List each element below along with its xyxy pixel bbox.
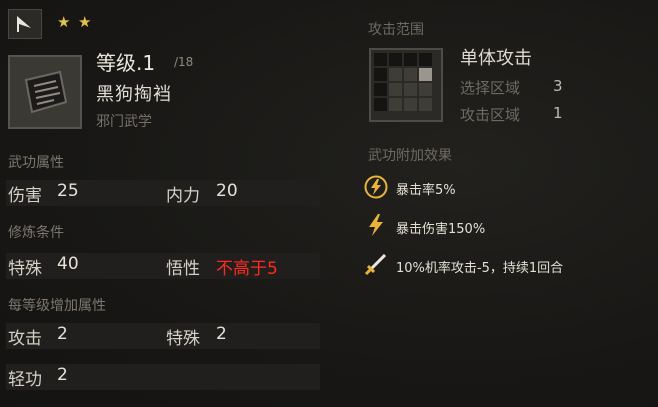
comprehension-label: 悟性 bbox=[166, 259, 200, 279]
attack-area-value: 1 bbox=[553, 104, 563, 122]
star-icon: ★ bbox=[57, 13, 71, 31]
effect-crit-damage: 暴击伤害150% bbox=[396, 222, 486, 237]
special-value: 40 bbox=[57, 254, 79, 274]
per-level-title: 每等级增加属性 bbox=[8, 298, 106, 314]
lightning-circle-icon bbox=[363, 174, 389, 200]
skill-book-icon[interactable] bbox=[8, 55, 82, 129]
effect-attack-debuff: 10%机率攻击-5，持续1回合 bbox=[396, 261, 564, 276]
internal-power-value: 20 bbox=[216, 181, 238, 201]
attack-target-type: 单体攻击 bbox=[460, 48, 532, 69]
special-bonus-value: 2 bbox=[216, 324, 227, 344]
agility-label: 轻功 bbox=[8, 370, 42, 390]
special-bonus-label: 特殊 bbox=[166, 329, 200, 349]
skill-school: 邪门武学 bbox=[96, 114, 152, 130]
star-icon: ★ bbox=[78, 13, 92, 31]
attack-range-title: 攻击范围 bbox=[368, 22, 424, 38]
skill-type-icon[interactable] bbox=[8, 9, 42, 39]
skill-detail-panel: ★ ★ 等级.1 /18 黑狗掏裆 邪门武学 武功属性 伤害 25 内力 20 … bbox=[0, 0, 658, 407]
per-level-row bbox=[6, 364, 320, 390]
select-area-label: 选择区域 bbox=[460, 79, 521, 97]
flag-icon bbox=[17, 16, 31, 32]
attack-value: 2 bbox=[57, 324, 68, 344]
attack-area-label: 攻击区域 bbox=[460, 106, 521, 124]
attributes-row bbox=[6, 180, 320, 206]
per-level-row bbox=[6, 323, 320, 349]
sword-icon bbox=[363, 251, 389, 277]
attack-label: 攻击 bbox=[8, 329, 42, 349]
skill-level: 等级.1 bbox=[96, 51, 156, 75]
attack-range-grid bbox=[369, 48, 443, 122]
skill-name: 黑狗掏裆 bbox=[96, 84, 172, 105]
damage-label: 伤害 bbox=[8, 186, 42, 206]
attributes-title: 武功属性 bbox=[8, 155, 64, 171]
select-area-value: 3 bbox=[553, 77, 563, 95]
comprehension-value: 不高于5 bbox=[216, 259, 278, 279]
effects-title: 武功附加效果 bbox=[368, 148, 452, 164]
lightning-icon bbox=[363, 212, 389, 238]
effect-crit-rate: 暴击率5% bbox=[396, 183, 456, 198]
scroll-icon bbox=[24, 70, 68, 114]
requirements-title: 修炼条件 bbox=[8, 225, 64, 241]
damage-value: 25 bbox=[57, 181, 79, 201]
agility-value: 2 bbox=[57, 365, 68, 385]
skill-level-max: /18 bbox=[174, 55, 194, 69]
special-label: 特殊 bbox=[8, 259, 42, 279]
internal-power-label: 内力 bbox=[166, 186, 200, 206]
